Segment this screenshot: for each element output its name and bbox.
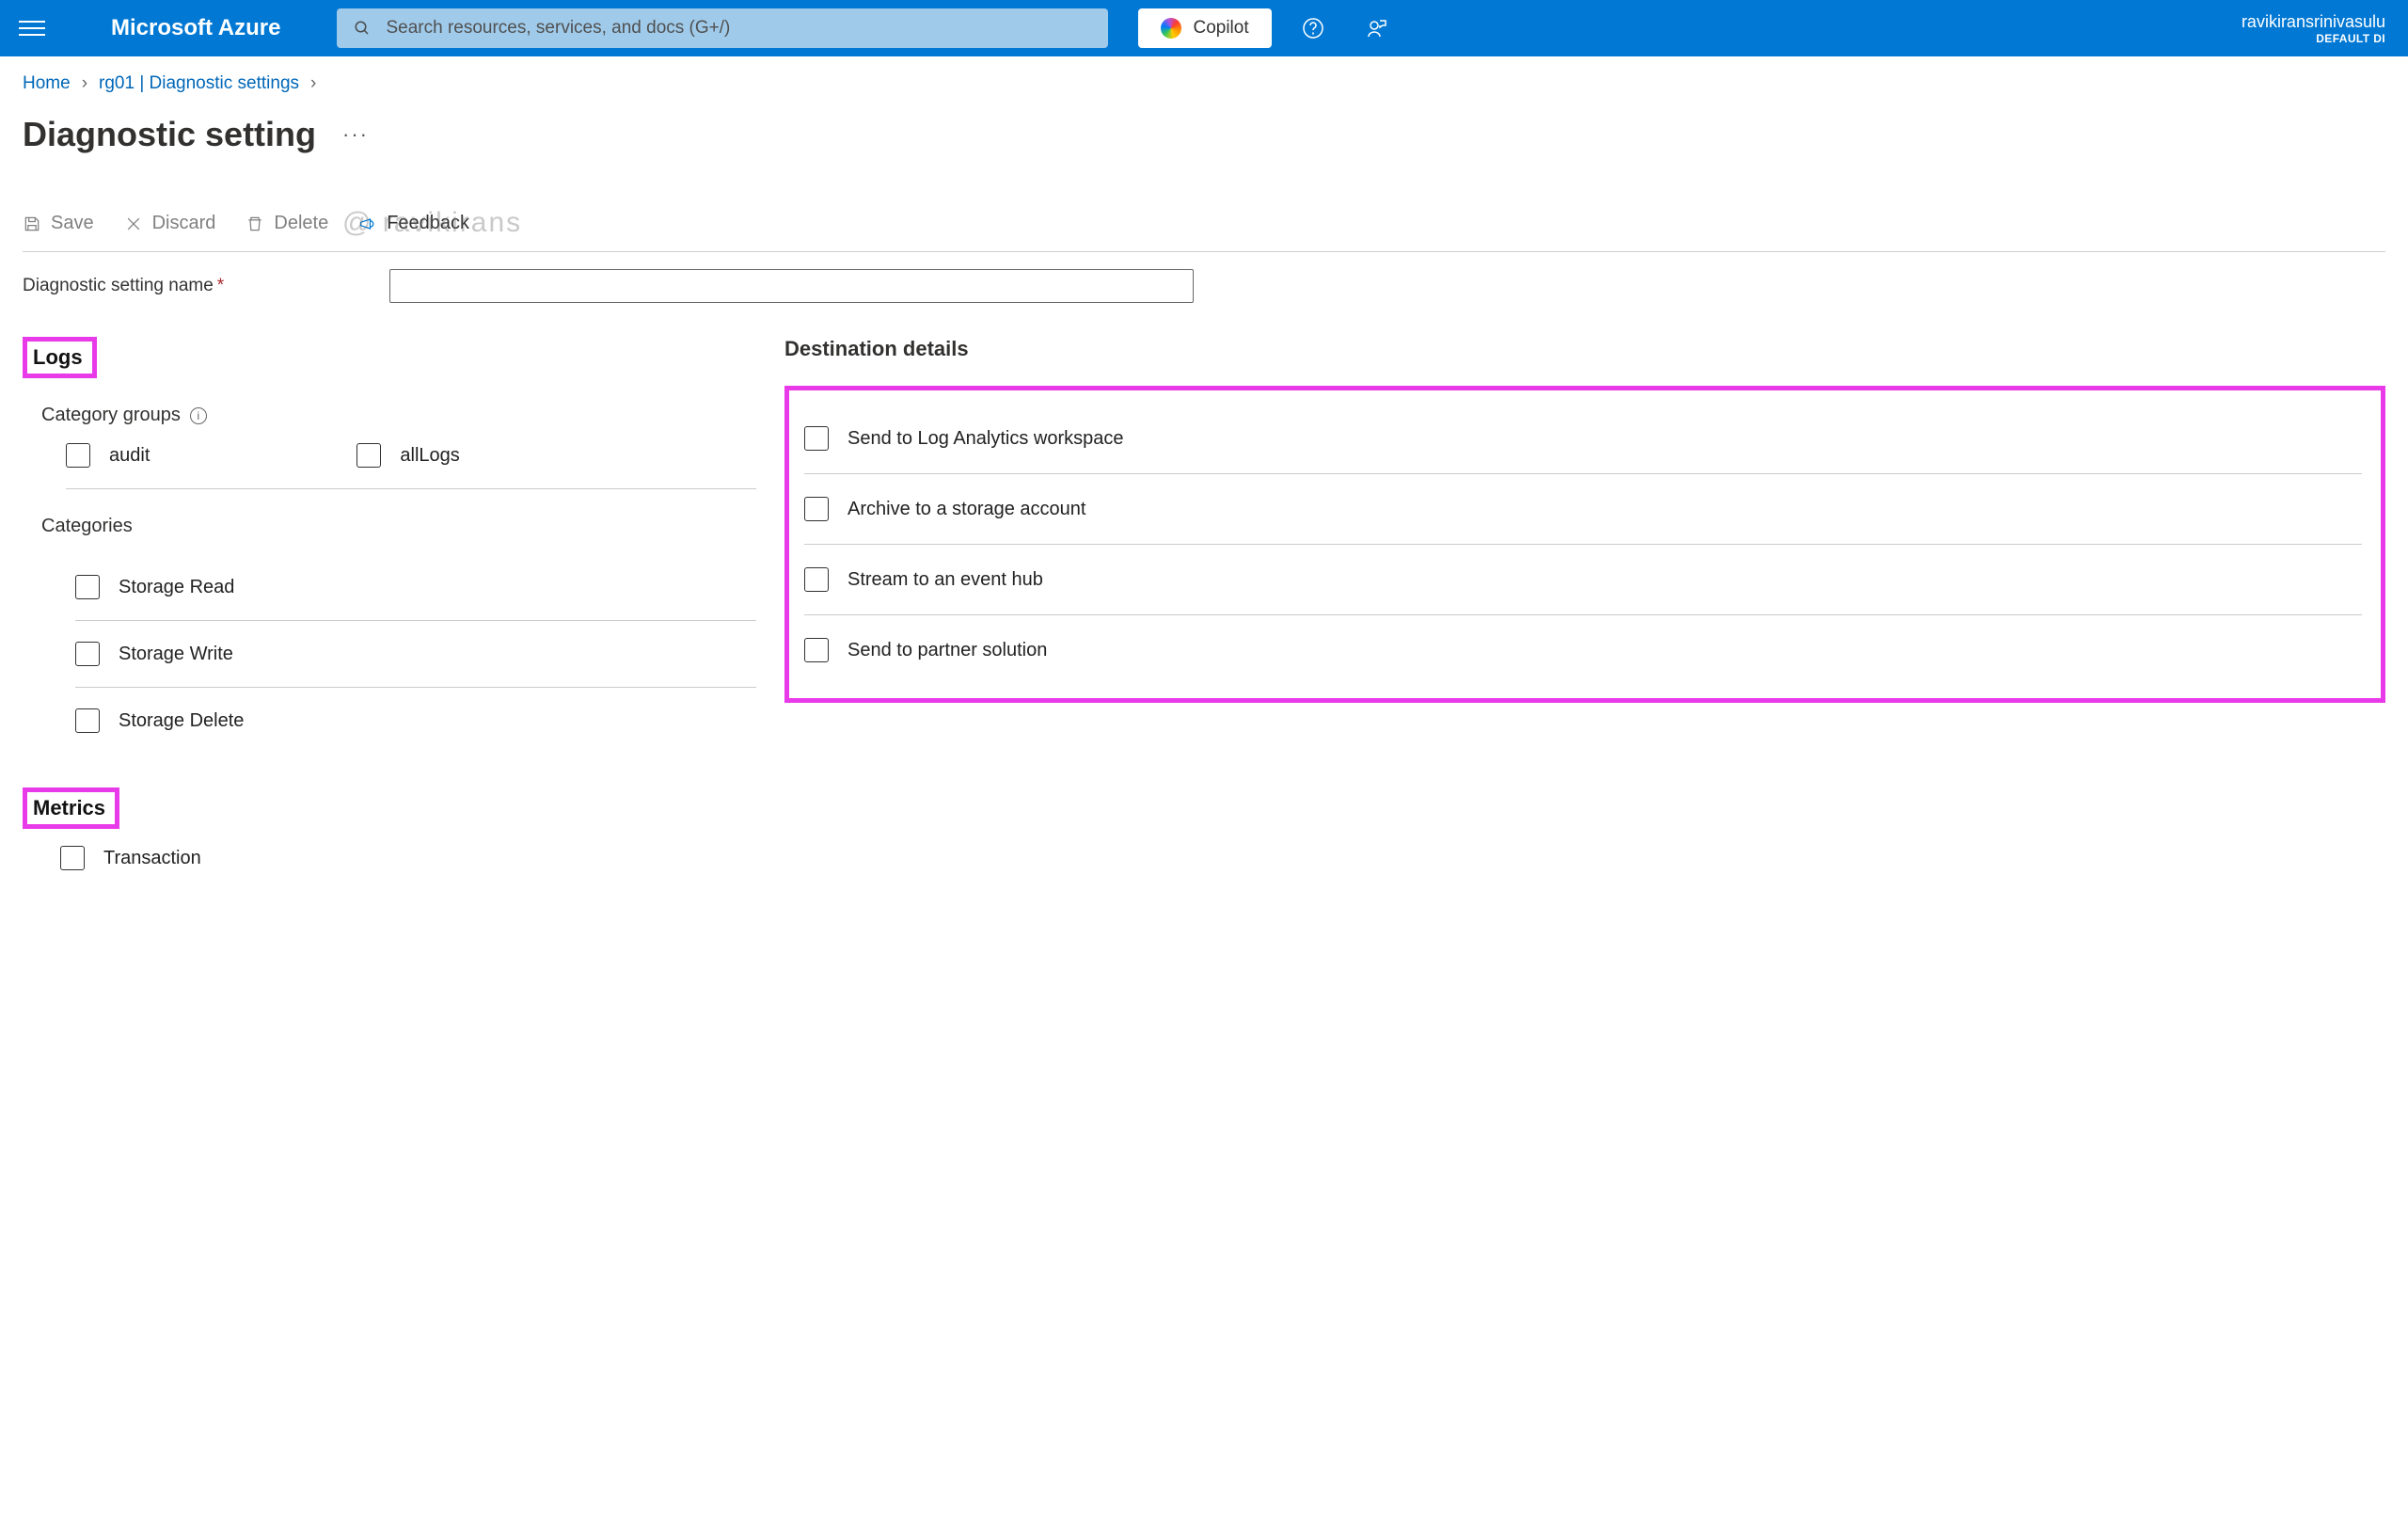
logs-heading: Logs [23,337,97,378]
checkbox-icon[interactable] [804,426,829,451]
logs-column: Logs Category groups i audit allLogs Cat… [23,337,756,870]
person-feedback-icon [1366,17,1388,40]
copilot-icon [1161,18,1181,39]
categories-list: Storage Read Storage Write Storage Delet… [75,554,756,754]
user-tenant: DEFAULT DI [2242,32,2385,45]
checkbox-label: Storage Delete [119,710,244,732]
checkbox-label: Stream to an event hub [848,569,1043,591]
checkbox-icon[interactable] [804,638,829,662]
save-label: Save [51,213,94,234]
checkbox-icon[interactable] [75,642,100,666]
user-name: ravikiransrinivasulu [2242,12,2385,32]
delete-button: Delete [246,213,328,234]
setting-name-input[interactable] [389,269,1194,303]
save-icon [23,215,41,233]
checkbox-icon[interactable] [804,567,829,592]
copilot-button[interactable]: Copilot [1138,8,1271,48]
checkbox-storage-delete[interactable]: Storage Delete [75,688,756,754]
destination-heading: Destination details [784,337,2385,361]
setting-name-row: Diagnostic setting name* [23,269,2385,303]
checkbox-icon[interactable] [60,846,85,870]
chevron-right-icon: › [310,73,316,94]
checkbox-partner-solution[interactable]: Send to partner solution [804,615,2362,685]
checkbox-log-analytics[interactable]: Send to Log Analytics workspace [804,404,2362,474]
checkbox-label: Storage Write [119,644,233,665]
search-input[interactable] [386,18,1091,39]
user-account[interactable]: ravikiransrinivasulu DEFAULT DI [2242,12,2389,45]
checkbox-label: audit [109,445,150,467]
checkbox-transaction[interactable]: Transaction [60,846,756,870]
discard-label: Discard [152,213,216,234]
copilot-label: Copilot [1193,18,1248,39]
checkbox-storage-write[interactable]: Storage Write [75,621,756,688]
discard-button: Discard [124,213,216,234]
page-title-row: Diagnostic setting ··· [23,115,2385,154]
categories-label: Categories [41,516,756,537]
destination-column: Destination details Send to Log Analytic… [784,337,2385,870]
megaphone-icon [358,215,377,233]
search-icon [354,20,371,37]
setting-name-label: Diagnostic setting name* [23,276,389,296]
checkbox-icon[interactable] [75,708,100,733]
save-button: Save [23,213,94,234]
checkbox-event-hub[interactable]: Stream to an event hub [804,545,2362,615]
command-toolbar: Save Discard Delete Feedback @ ravikiran… [23,213,2385,252]
checkbox-icon[interactable] [75,575,100,599]
page-content: Home › rg01 | Diagnostic settings › Diag… [0,56,2408,887]
destination-highlight: Send to Log Analytics workspace Archive … [784,386,2385,703]
checkbox-storage-read[interactable]: Storage Read [75,554,756,621]
breadcrumb: Home › rg01 | Diagnostic settings › [23,73,2385,94]
breadcrumb-level1[interactable]: rg01 | Diagnostic settings [99,73,299,94]
feedback-label: Feedback [387,213,469,234]
metrics-heading: Metrics [23,787,119,829]
hamburger-menu-icon[interactable] [19,15,45,41]
more-actions-icon[interactable]: ··· [342,122,369,147]
checkbox-icon[interactable] [804,497,829,521]
help-button[interactable] [1291,6,1336,51]
info-icon[interactable]: i [190,407,207,424]
checkbox-label: Transaction [103,848,201,869]
feedback-button[interactable]: Feedback [358,213,469,234]
breadcrumb-home[interactable]: Home [23,73,71,94]
feedback-button[interactable] [1354,6,1400,51]
checkbox-icon[interactable] [356,443,381,468]
brand-label: Microsoft Azure [111,15,280,41]
checkbox-label: Send to partner solution [848,640,1047,661]
delete-label: Delete [274,213,328,234]
checkbox-label: Storage Read [119,577,234,598]
checkbox-alllogs[interactable]: allLogs [356,443,459,468]
checkbox-label: Archive to a storage account [848,499,1085,520]
page-title: Diagnostic setting [23,115,316,154]
search-container [337,8,1108,48]
category-groups-header: Category groups i [41,405,756,426]
checkbox-label: Send to Log Analytics workspace [848,428,1124,450]
azure-topbar: Microsoft Azure Copilot ravikiransriniva… [0,0,2408,56]
chevron-right-icon: › [82,73,87,94]
checkbox-audit[interactable]: audit [66,443,150,468]
checkbox-storage-account[interactable]: Archive to a storage account [804,474,2362,545]
checkbox-icon[interactable] [66,443,90,468]
checkbox-label: allLogs [400,445,459,467]
help-icon [1302,17,1324,40]
delete-icon [246,215,264,233]
category-groups-label: Category groups [41,405,181,426]
close-icon [124,215,143,233]
